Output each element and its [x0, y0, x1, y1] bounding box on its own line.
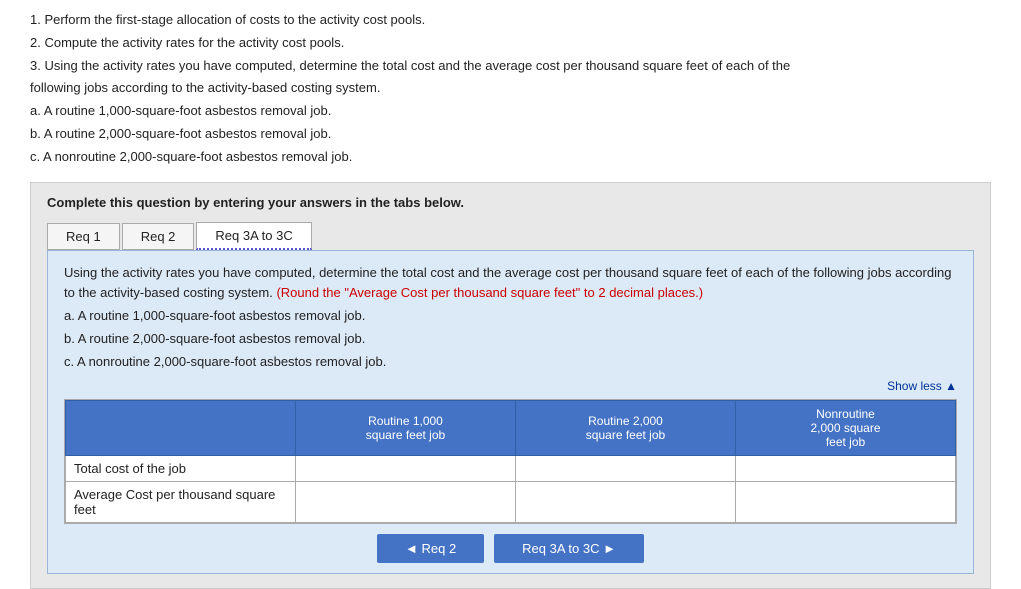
- tabs-row: Req 1 Req 2 Req 3A to 3C: [47, 222, 974, 250]
- data-table-wrapper: Routine 1,000 square feet job Routine 2,…: [64, 399, 957, 524]
- show-less-button[interactable]: Show less ▲: [64, 379, 957, 393]
- row2-col3-cell[interactable]: [516, 481, 736, 522]
- question-box: Complete this question by entering your …: [30, 182, 991, 589]
- instruction-line4: a. A routine 1,000-square-foot asbestos …: [30, 101, 991, 122]
- desc-line1: Using the activity rates you have comput…: [64, 263, 957, 305]
- desc-line-a: a. A routine 1,000-square-foot asbestos …: [64, 306, 957, 327]
- prev-button[interactable]: ◄ Req 2: [377, 534, 484, 563]
- row2-col4-cell[interactable]: [736, 481, 956, 522]
- tab-description: Using the activity rates you have comput…: [64, 263, 957, 373]
- col2-header: Routine 1,000 square feet job: [296, 400, 516, 455]
- instruction-line5: b. A routine 2,000-square-foot asbestos …: [30, 124, 991, 145]
- instruction-line1: 1. Perform the first-stage allocation of…: [30, 10, 991, 31]
- tab-content-area: Using the activity rates you have comput…: [47, 250, 974, 574]
- row1-col2-input[interactable]: [296, 456, 515, 481]
- desc-line-c: c. A nonroutine 2,000-square-foot asbest…: [64, 352, 957, 373]
- instruction-line2: 2. Compute the activity rates for the ac…: [30, 33, 991, 54]
- tab-req3a3c[interactable]: Req 3A to 3C: [196, 222, 311, 250]
- row1-col2-cell[interactable]: [296, 455, 516, 481]
- desc-line-b: b. A routine 2,000-square-foot asbestos …: [64, 329, 957, 350]
- row2-col2-cell[interactable]: [296, 481, 516, 522]
- table-row: Average Cost per thousand square feet: [66, 481, 956, 522]
- next-button[interactable]: Req 3A to 3C ►: [494, 534, 644, 563]
- row2-col3-input[interactable]: [516, 489, 735, 514]
- data-table: Routine 1,000 square feet job Routine 2,…: [65, 400, 956, 523]
- row1-col4-cell[interactable]: [736, 455, 956, 481]
- col1-header: [66, 400, 296, 455]
- tab-req1[interactable]: Req 1: [47, 223, 120, 250]
- row1-col4-input[interactable]: [736, 456, 955, 481]
- nav-buttons-row: ◄ Req 2 Req 3A to 3C ►: [64, 534, 957, 563]
- table-row: Total cost of the job: [66, 455, 956, 481]
- row1-col3-input[interactable]: [516, 456, 735, 481]
- row1-label: Total cost of the job: [66, 455, 296, 481]
- row1-col3-cell[interactable]: [516, 455, 736, 481]
- col4-header: Nonroutine 2,000 square feet job: [736, 400, 956, 455]
- row2-col4-input[interactable]: [736, 489, 955, 514]
- instructions-block: 1. Perform the first-stage allocation of…: [30, 10, 991, 168]
- tab-req2[interactable]: Req 2: [122, 223, 195, 250]
- instruction-line6: c. A nonroutine 2,000-square-foot asbest…: [30, 147, 991, 168]
- bold-instruction: Complete this question by entering your …: [47, 195, 974, 210]
- instruction-line3b: following jobs according to the activity…: [30, 78, 991, 99]
- row2-label: Average Cost per thousand square feet: [66, 481, 296, 522]
- instruction-line3: 3. Using the activity rates you have com…: [30, 56, 991, 77]
- col3-header: Routine 2,000 square feet job: [516, 400, 736, 455]
- row2-col2-input[interactable]: [296, 489, 515, 514]
